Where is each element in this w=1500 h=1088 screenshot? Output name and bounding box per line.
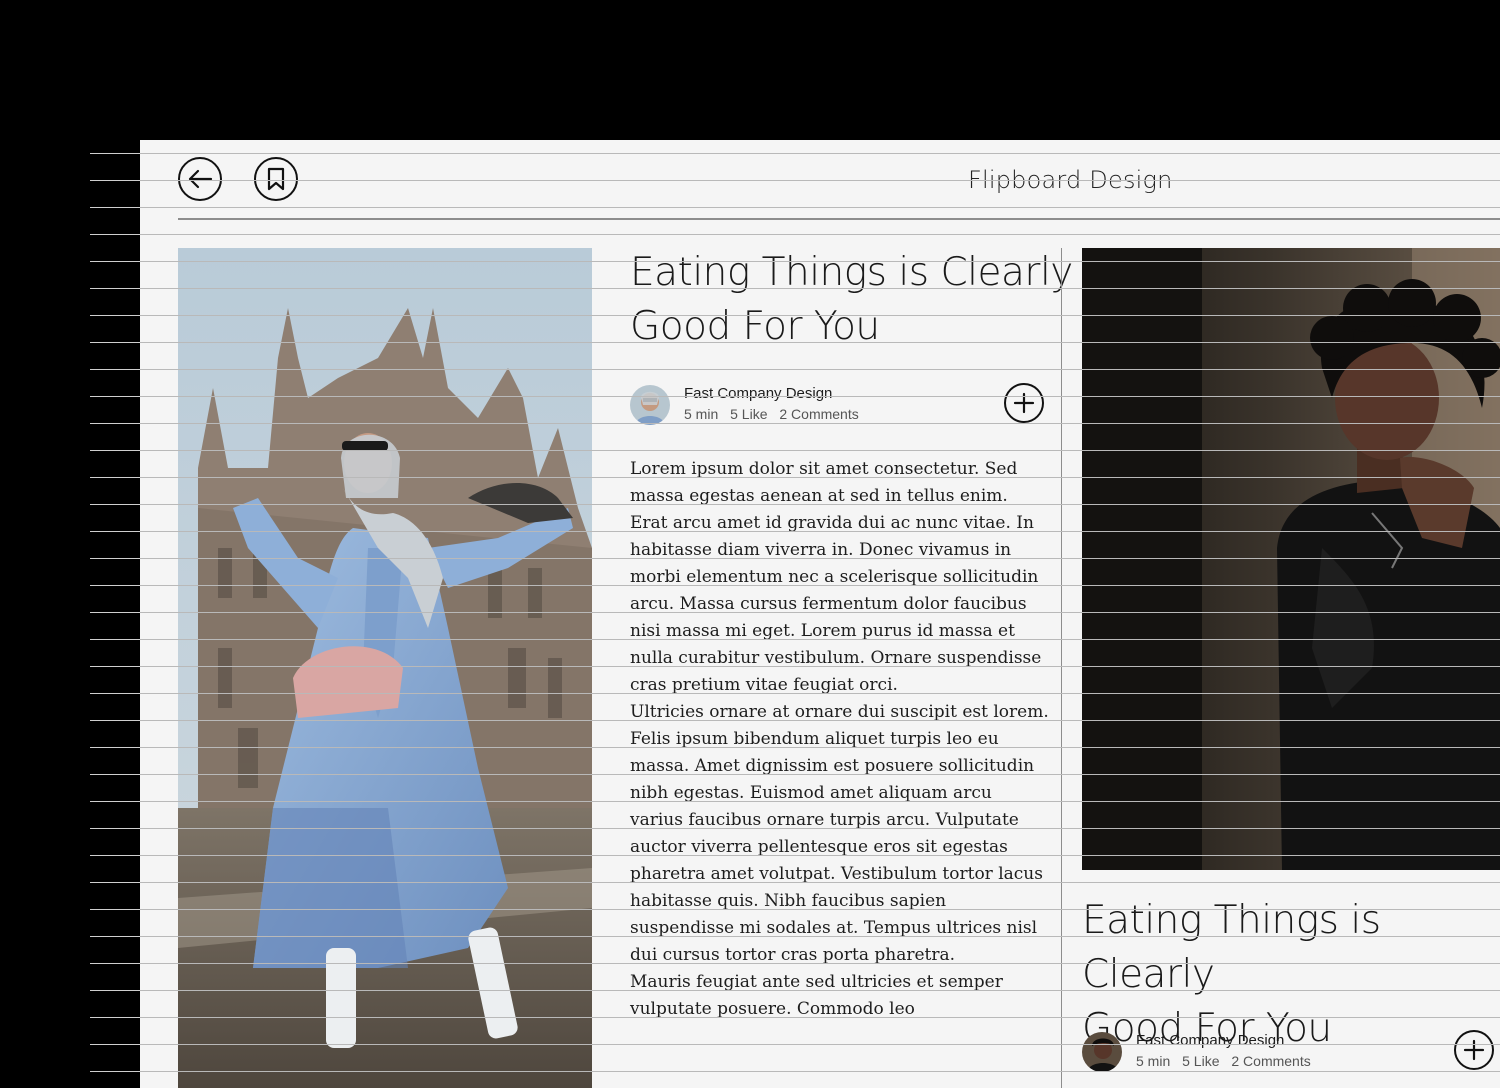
arrow-left-icon xyxy=(188,169,213,189)
header-divider xyxy=(178,218,1500,220)
reader-window: Flipboard Design Eating Things is Clearl… xyxy=(140,140,1500,1088)
like-count[interactable]: 5 Like xyxy=(730,406,767,422)
comment-count[interactable]: 2 Comments xyxy=(779,406,858,422)
article-photo-woman[interactable] xyxy=(178,248,592,1088)
article-paragraph: Ultricies ornare at ornare dui suscipit … xyxy=(630,702,1049,965)
avatar[interactable] xyxy=(1082,1032,1122,1072)
column-divider xyxy=(1061,248,1062,1088)
author-row: Fast Company Design 5 min 5 Like 2 Comme… xyxy=(630,385,1050,429)
article-title-line1: Eating Things is Clearly xyxy=(1082,898,1381,997)
comment-count[interactable]: 2 Comments xyxy=(1231,1053,1310,1069)
back-button[interactable] xyxy=(178,157,222,201)
read-time: 5 min xyxy=(1136,1053,1171,1069)
avatar[interactable] xyxy=(630,385,670,425)
follow-button[interactable] xyxy=(1004,383,1044,423)
avatar-woman-icon xyxy=(630,385,670,425)
article-title-line2: Good For You xyxy=(630,304,880,349)
source-name[interactable]: Fast Company Design xyxy=(684,385,832,402)
read-time: 5 min xyxy=(684,406,719,422)
woman-cathedral-photo xyxy=(178,248,592,1088)
article-paragraph: Lorem ipsum dolor sit amet consectetur. … xyxy=(630,459,1042,695)
man-portrait-photo xyxy=(1082,248,1500,870)
article-meta: 5 min 5 Like 2 Comments xyxy=(684,406,867,422)
article-paragraph: Mauris feugiat ante sed ultricies et sem… xyxy=(630,972,1003,1019)
article-body: Lorem ipsum dolor sit amet consectetur. … xyxy=(630,456,1050,1023)
source-name[interactable]: Fast Company Design xyxy=(1136,1032,1284,1049)
plus-icon xyxy=(1463,1039,1485,1061)
bookmark-button[interactable] xyxy=(254,157,298,201)
article-meta: 5 min 5 Like 2 Comments xyxy=(1136,1053,1319,1069)
plus-icon xyxy=(1013,392,1035,414)
article-title[interactable]: Eating Things is Clearly Good For You xyxy=(630,246,1073,354)
article-title-line1: Eating Things is Clearly xyxy=(630,250,1073,295)
bookmark-icon xyxy=(267,167,285,191)
like-count[interactable]: 5 Like xyxy=(1182,1053,1219,1069)
avatar-man-icon xyxy=(1082,1032,1122,1072)
app-title: Flipboard Design xyxy=(968,166,1173,194)
author-row-secondary: Fast Company Design 5 min 5 Like 2 Comme… xyxy=(1082,1032,1500,1076)
article-photo-man[interactable] xyxy=(1082,248,1500,870)
follow-button-secondary[interactable] xyxy=(1454,1030,1494,1070)
